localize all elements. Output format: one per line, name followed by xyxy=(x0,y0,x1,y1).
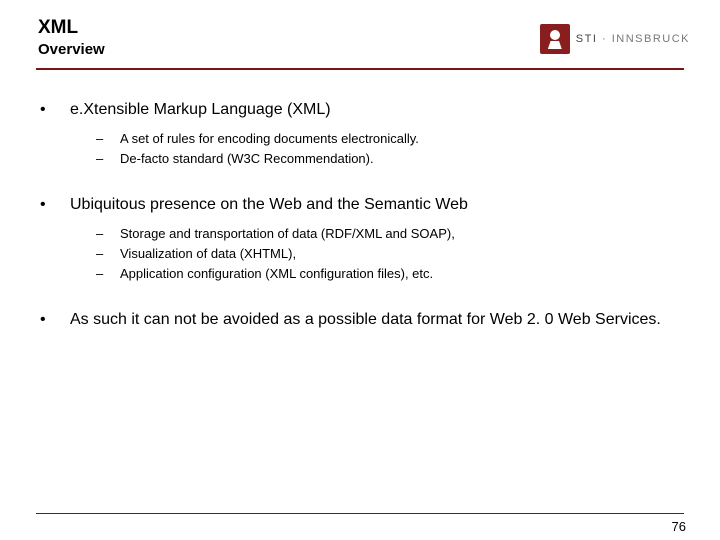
sub-list: –A set of rules for encoding documents e… xyxy=(96,129,680,169)
content: • e.Xtensible Markup Language (XML) –A s… xyxy=(0,70,720,331)
sub-text: Visualization of data (XHTML), xyxy=(120,244,296,264)
dash-icon: – xyxy=(96,244,120,264)
sub-text: A set of rules for encoding documents el… xyxy=(120,129,419,149)
footer-rule xyxy=(36,513,684,515)
dash-icon: – xyxy=(96,149,120,169)
logo-sep: · xyxy=(597,33,611,45)
bullet-text: Ubiquitous presence on the Web and the S… xyxy=(70,195,468,216)
header: XML Overview STI · INNSBRUCK xyxy=(0,0,720,58)
logo-text-sub: INNSBRUCK xyxy=(612,33,690,45)
logo-text: STI · INNSBRUCK xyxy=(576,33,690,45)
bullet-list: • e.Xtensible Markup Language (XML) –A s… xyxy=(40,100,680,331)
sub-text: Application configuration (XML configura… xyxy=(120,264,433,284)
logo-icon xyxy=(540,24,570,54)
sub-item: –Visualization of data (XHTML), xyxy=(96,244,680,264)
bullet-text: As such it can not be avoided as a possi… xyxy=(70,310,661,331)
sub-text: Storage and transportation of data (RDF/… xyxy=(120,224,455,244)
bullet-icon: • xyxy=(40,195,70,216)
sub-text: De-facto standard (W3C Recommendation). xyxy=(120,149,374,169)
list-item: • Ubiquitous presence on the Web and the… xyxy=(40,195,680,284)
bullet-text: e.Xtensible Markup Language (XML) xyxy=(70,100,331,121)
page-number: 76 xyxy=(672,519,686,534)
sub-item: –Storage and transportation of data (RDF… xyxy=(96,224,680,244)
logo: STI · INNSBRUCK xyxy=(540,24,690,54)
dash-icon: – xyxy=(96,264,120,284)
sub-item: –A set of rules for encoding documents e… xyxy=(96,129,680,149)
dash-icon: – xyxy=(96,224,120,244)
slide: XML Overview STI · INNSBRUCK • e.Xtensib… xyxy=(0,0,720,540)
logo-text-main: STI xyxy=(576,33,598,45)
sub-item: –Application configuration (XML configur… xyxy=(96,264,680,284)
bullet-icon: • xyxy=(40,100,70,121)
list-item: • e.Xtensible Markup Language (XML) –A s… xyxy=(40,100,680,169)
sub-item: –De-facto standard (W3C Recommendation). xyxy=(96,149,680,169)
list-item: • As such it can not be avoided as a pos… xyxy=(40,310,680,331)
dash-icon: – xyxy=(96,129,120,149)
bullet-icon: • xyxy=(40,310,70,331)
sub-list: –Storage and transportation of data (RDF… xyxy=(96,224,680,284)
